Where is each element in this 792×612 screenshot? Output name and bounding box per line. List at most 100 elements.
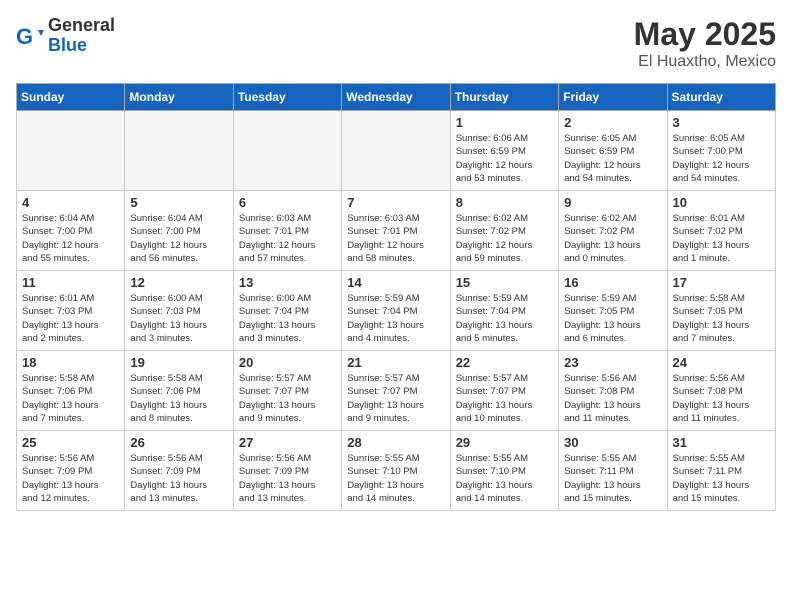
day-cell: 28Sunrise: 5:55 AM Sunset: 7:10 PM Dayli… xyxy=(342,431,450,511)
day-info: Sunrise: 6:02 AM Sunset: 7:02 PM Dayligh… xyxy=(456,212,553,265)
day-cell: 22 Sunrise: 5:57 AM Sunset: 7:07 PM Dayli… xyxy=(450,351,558,431)
day-info: Sunrise: 6:00 AM Sunset: 7:03 PM Dayligh… xyxy=(130,292,227,345)
day-number: 8 xyxy=(456,195,553,210)
day-info: Sunrise: 5:58 AM Sunset: 7:06 PM Dayligh… xyxy=(22,372,119,425)
day-number: 3 xyxy=(673,115,770,130)
day-number: 18 xyxy=(22,355,119,370)
day-info: Sunrise: 6:03 AM Sunset: 7:01 PM Dayligh… xyxy=(239,212,336,265)
day-info: Sunrise: 5:56 AM Sunset: 7:08 PM Dayligh… xyxy=(673,372,770,425)
day-cell: 16 Sunrise: 5:59 AM Sunset: 7:05 PM Dayli… xyxy=(559,271,667,351)
day-cell: 11 Sunrise: 6:01 AM Sunset: 7:03 PM Dayli… xyxy=(17,271,125,351)
day-number: 13 xyxy=(239,275,336,290)
calendar-body: 1 Sunrise: 6:06 AM Sunset: 6:59 PM Daylig… xyxy=(17,111,776,511)
day-info: Sunrise: 6:02 AM Sunset: 7:02 PM Dayligh… xyxy=(564,212,661,265)
day-cell: 3 Sunrise: 6:05 AM Sunset: 7:00 PM Daylig… xyxy=(667,111,775,191)
day-info: Sunrise: 6:01 AM Sunset: 7:03 PM Dayligh… xyxy=(22,292,119,345)
title-block: May 2025 El Huaxtho, Mexico xyxy=(634,16,776,71)
day-number: 25 xyxy=(22,435,119,450)
day-cell: 12Sunrise: 6:00 AM Sunset: 7:03 PM Dayli… xyxy=(125,271,233,351)
day-info: Sunrise: 5:58 AM Sunset: 7:05 PM Dayligh… xyxy=(673,292,770,345)
day-info: Sunrise: 5:56 AM Sunset: 7:09 PM Dayligh… xyxy=(22,452,119,505)
week-row-4: 18 Sunrise: 5:58 AM Sunset: 7:06 PM Dayli… xyxy=(17,351,776,431)
day-number: 1 xyxy=(456,115,553,130)
day-cell: 10 Sunrise: 6:01 AM Sunset: 7:02 PM Dayli… xyxy=(667,191,775,271)
day-cell: 25 Sunrise: 5:56 AM Sunset: 7:09 PM Dayli… xyxy=(17,431,125,511)
day-number: 27 xyxy=(239,435,336,450)
week-row-3: 11 Sunrise: 6:01 AM Sunset: 7:03 PM Dayli… xyxy=(17,271,776,351)
day-cell: 2 Sunrise: 6:05 AM Sunset: 6:59 PM Daylig… xyxy=(559,111,667,191)
day-cell xyxy=(233,111,341,191)
day-cell: 7 Sunrise: 6:03 AM Sunset: 7:01 PM Daylig… xyxy=(342,191,450,271)
calendar-table: SundayMondayTuesdayWednesdayThursdayFrid… xyxy=(16,83,776,511)
header-cell-monday: Monday xyxy=(125,84,233,111)
header-cell-saturday: Saturday xyxy=(667,84,775,111)
day-number: 5 xyxy=(130,195,227,210)
day-cell: 20 Sunrise: 5:57 AM Sunset: 7:07 PM Dayli… xyxy=(233,351,341,431)
day-cell: 31Sunrise: 5:55 AM Sunset: 7:11 PM Dayli… xyxy=(667,431,775,511)
day-number: 24 xyxy=(673,355,770,370)
day-info: Sunrise: 6:05 AM Sunset: 6:59 PM Dayligh… xyxy=(564,132,661,185)
day-info: Sunrise: 5:56 AM Sunset: 7:08 PM Dayligh… xyxy=(564,372,661,425)
month-title: May 2025 xyxy=(634,16,776,53)
day-number: 20 xyxy=(239,355,336,370)
day-number: 30 xyxy=(564,435,661,450)
logo-blue: Blue xyxy=(48,36,115,56)
day-number: 16 xyxy=(564,275,661,290)
day-cell: 8 Sunrise: 6:02 AM Sunset: 7:02 PM Daylig… xyxy=(450,191,558,271)
day-number: 21 xyxy=(347,355,444,370)
location: El Huaxtho, Mexico xyxy=(634,53,776,71)
day-number: 22 xyxy=(456,355,553,370)
day-cell: 26Sunrise: 5:56 AM Sunset: 7:09 PM Dayli… xyxy=(125,431,233,511)
header-row: SundayMondayTuesdayWednesdayThursdayFrid… xyxy=(17,84,776,111)
day-number: 15 xyxy=(456,275,553,290)
day-cell: 6 Sunrise: 6:03 AM Sunset: 7:01 PM Daylig… xyxy=(233,191,341,271)
day-info: Sunrise: 5:59 AM Sunset: 7:05 PM Dayligh… xyxy=(564,292,661,345)
day-info: Sunrise: 6:05 AM Sunset: 7:00 PM Dayligh… xyxy=(673,132,770,185)
header-cell-friday: Friday xyxy=(559,84,667,111)
day-info: Sunrise: 5:59 AM Sunset: 7:04 PM Dayligh… xyxy=(456,292,553,345)
day-number: 31 xyxy=(673,435,770,450)
day-number: 11 xyxy=(22,275,119,290)
day-cell xyxy=(17,111,125,191)
day-cell: 13 Sunrise: 6:00 AM Sunset: 7:04 PM Dayli… xyxy=(233,271,341,351)
day-info: Sunrise: 6:04 AM Sunset: 7:00 PM Dayligh… xyxy=(22,212,119,265)
day-number: 17 xyxy=(673,275,770,290)
logo-text: General Blue xyxy=(48,16,115,56)
day-number: 9 xyxy=(564,195,661,210)
page-header: G General Blue May 2025 El Huaxtho, Mexi… xyxy=(16,16,776,71)
day-cell: 14Sunrise: 5:59 AM Sunset: 7:04 PM Dayli… xyxy=(342,271,450,351)
day-info: Sunrise: 5:55 AM Sunset: 7:10 PM Dayligh… xyxy=(456,452,553,505)
day-info: Sunrise: 6:06 AM Sunset: 6:59 PM Dayligh… xyxy=(456,132,553,185)
day-info: Sunrise: 5:55 AM Sunset: 7:11 PM Dayligh… xyxy=(564,452,661,505)
day-number: 23 xyxy=(564,355,661,370)
day-info: Sunrise: 5:57 AM Sunset: 7:07 PM Dayligh… xyxy=(239,372,336,425)
day-number: 19 xyxy=(130,355,227,370)
week-row-1: 1 Sunrise: 6:06 AM Sunset: 6:59 PM Daylig… xyxy=(17,111,776,191)
day-info: Sunrise: 6:01 AM Sunset: 7:02 PM Dayligh… xyxy=(673,212,770,265)
day-cell: 1 Sunrise: 6:06 AM Sunset: 6:59 PM Daylig… xyxy=(450,111,558,191)
day-number: 7 xyxy=(347,195,444,210)
day-number: 26 xyxy=(130,435,227,450)
day-cell: 29 Sunrise: 5:55 AM Sunset: 7:10 PM Dayli… xyxy=(450,431,558,511)
day-info: Sunrise: 5:57 AM Sunset: 7:07 PM Dayligh… xyxy=(456,372,553,425)
calendar-header: SundayMondayTuesdayWednesdayThursdayFrid… xyxy=(17,84,776,111)
day-number: 6 xyxy=(239,195,336,210)
logo-icon: G xyxy=(16,22,44,50)
header-cell-tuesday: Tuesday xyxy=(233,84,341,111)
day-info: Sunrise: 6:00 AM Sunset: 7:04 PM Dayligh… xyxy=(239,292,336,345)
day-cell: 9 Sunrise: 6:02 AM Sunset: 7:02 PM Daylig… xyxy=(559,191,667,271)
day-number: 29 xyxy=(456,435,553,450)
header-cell-wednesday: Wednesday xyxy=(342,84,450,111)
day-cell: 18 Sunrise: 5:58 AM Sunset: 7:06 PM Dayli… xyxy=(17,351,125,431)
day-info: Sunrise: 5:58 AM Sunset: 7:06 PM Dayligh… xyxy=(130,372,227,425)
day-info: Sunrise: 6:03 AM Sunset: 7:01 PM Dayligh… xyxy=(347,212,444,265)
day-number: 10 xyxy=(673,195,770,210)
day-cell: 27Sunrise: 5:56 AM Sunset: 7:09 PM Dayli… xyxy=(233,431,341,511)
day-cell: 4Sunrise: 6:04 AM Sunset: 7:00 PM Daylig… xyxy=(17,191,125,271)
day-cell: 5Sunrise: 6:04 AM Sunset: 7:00 PM Daylig… xyxy=(125,191,233,271)
day-cell: 21Sunrise: 5:57 AM Sunset: 7:07 PM Dayli… xyxy=(342,351,450,431)
day-cell: 24 Sunrise: 5:56 AM Sunset: 7:08 PM Dayli… xyxy=(667,351,775,431)
day-number: 14 xyxy=(347,275,444,290)
day-info: Sunrise: 5:55 AM Sunset: 7:10 PM Dayligh… xyxy=(347,452,444,505)
day-number: 2 xyxy=(564,115,661,130)
